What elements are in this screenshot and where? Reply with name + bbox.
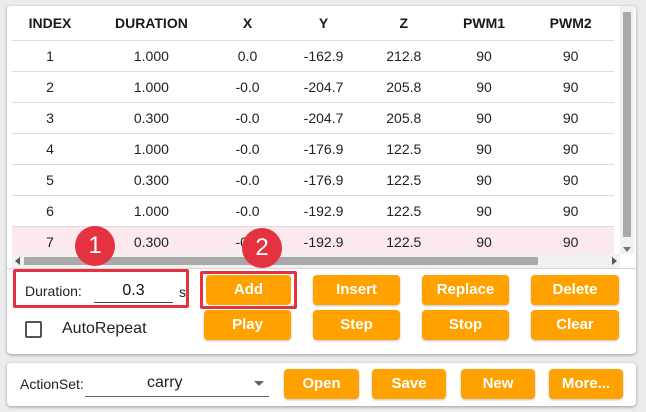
col-z-header: Z <box>366 6 441 40</box>
table-cell: 0.300 <box>88 101 215 133</box>
table-row[interactable]: 4 1.000 -0.0 -176.9 122.5 90 90 <box>12 132 614 164</box>
scroll-right-icon[interactable] <box>612 257 617 265</box>
replace-button[interactable]: Replace <box>422 275 509 305</box>
table-cell: 90 <box>527 39 614 71</box>
scroll-left-icon[interactable] <box>15 257 20 265</box>
table-cell: 1.000 <box>88 194 215 226</box>
table-cell: -0.0 <box>214 101 281 133</box>
table-cell: -162.9 <box>280 39 367 71</box>
save-button[interactable]: Save <box>372 369 446 399</box>
table-cell: 90 <box>440 225 528 257</box>
table-cell: 90 <box>440 132 528 164</box>
table-cell: 90 <box>440 39 528 71</box>
table-cell: 1.000 <box>88 132 215 164</box>
table-cell: -0.0 <box>214 163 281 195</box>
table-cell: 90 <box>527 101 614 133</box>
table-cell: 0.0 <box>214 39 281 71</box>
table-cell: 1.000 <box>88 70 215 102</box>
actionset-bar: ActionSet: carry Open Save New More... <box>7 363 636 406</box>
actionset-label: ActionSet: <box>20 376 84 392</box>
col-pwm1-header: PWM1 <box>440 6 528 40</box>
table-cell: 0.300 <box>88 163 215 195</box>
table-cell: 90 <box>527 225 614 257</box>
table-cell: 122.5 <box>366 225 441 257</box>
clear-button[interactable]: Clear <box>531 310 619 340</box>
col-index-header: INDEX <box>12 6 89 40</box>
add-highlight-box <box>200 271 297 309</box>
table-cell: -0.0 <box>214 70 281 102</box>
open-button[interactable]: Open <box>284 369 359 399</box>
col-pwm2-header: PWM2 <box>527 6 614 40</box>
actionset-select[interactable]: carry <box>85 369 269 397</box>
table-cell: 90 <box>440 101 528 133</box>
callout-badge-2: 2 <box>242 228 282 268</box>
table-cell: 3 <box>12 101 89 133</box>
vertical-scroll-thumb[interactable] <box>623 12 631 237</box>
table-cell: 5 <box>12 163 89 195</box>
table-body: 1 1.000 0.0 -162.9 212.8 90 90 2 1.000 -0.0 -204.7… <box>12 39 614 257</box>
chevron-down-icon <box>254 381 264 386</box>
table-cell: 205.8 <box>366 70 441 102</box>
table-cell: -0.0 <box>214 194 281 226</box>
step-button[interactable]: Step <box>313 310 400 340</box>
table-cell: -176.9 <box>280 163 367 195</box>
table-cell: -192.9 <box>280 194 367 226</box>
table-cell: -176.9 <box>280 132 367 164</box>
table-row[interactable]: 2 1.000 -0.0 -204.7 205.8 90 90 <box>12 70 614 102</box>
table-row[interactable]: 1 1.000 0.0 -162.9 212.8 90 90 <box>12 39 614 71</box>
table-cell: 90 <box>440 163 528 195</box>
table-cell: 122.5 <box>366 132 441 164</box>
table-cell: 212.8 <box>366 39 441 71</box>
col-x-header: X <box>214 6 281 40</box>
vertical-scrollbar[interactable] <box>620 6 634 254</box>
table-cell: 90 <box>527 163 614 195</box>
table-cell: 4 <box>12 132 89 164</box>
table-cell: 90 <box>527 70 614 102</box>
stop-button[interactable]: Stop <box>422 310 509 340</box>
table-cell: 6 <box>12 194 89 226</box>
table-cell: 90 <box>527 132 614 164</box>
action-editor-panel: INDEX DURATION X Y Z PWM1 PWM2 1 1.000 0.0… <box>7 6 636 354</box>
table-cell: 90 <box>440 194 528 226</box>
table-cell: -0.0 <box>214 132 281 164</box>
insert-button[interactable]: Insert <box>313 275 400 305</box>
table-cell: 2 <box>12 70 89 102</box>
table-cell: 122.5 <box>366 194 441 226</box>
table-header: INDEX DURATION X Y Z PWM1 PWM2 <box>12 6 614 40</box>
table-row[interactable]: 5 0.300 -0.0 -176.9 122.5 90 90 <box>12 163 614 195</box>
delete-button[interactable]: Delete <box>531 275 619 305</box>
more-button[interactable]: More... <box>549 369 623 399</box>
new-button[interactable]: New <box>461 369 535 399</box>
table-cell: 122.5 <box>366 163 441 195</box>
actionset-value: carry <box>147 374 183 391</box>
table-row[interactable]: 6 1.000 -0.0 -192.9 122.5 90 90 <box>12 194 614 226</box>
col-duration-header: DURATION <box>88 6 215 40</box>
table-cell: 90 <box>440 70 528 102</box>
table-row[interactable]: 3 0.300 -0.0 -204.7 205.8 90 90 <box>12 101 614 133</box>
scroll-down-icon[interactable] <box>623 247 631 252</box>
callout-badge-1: 1 <box>75 226 115 266</box>
play-button[interactable]: Play <box>204 310 291 340</box>
table-cell: -192.9 <box>280 225 367 257</box>
table-cell: -204.7 <box>280 70 367 102</box>
table-cell: 1.000 <box>88 39 215 71</box>
table-cell: 90 <box>527 194 614 226</box>
table-cell: 205.8 <box>366 101 441 133</box>
table-cell: 1 <box>12 39 89 71</box>
autorepeat-label: AutoRepeat <box>62 320 147 337</box>
autorepeat-checkbox[interactable] <box>25 321 42 338</box>
duration-highlight-box <box>13 269 189 308</box>
table-cell: -204.7 <box>280 101 367 133</box>
col-y-header: Y <box>280 6 367 40</box>
